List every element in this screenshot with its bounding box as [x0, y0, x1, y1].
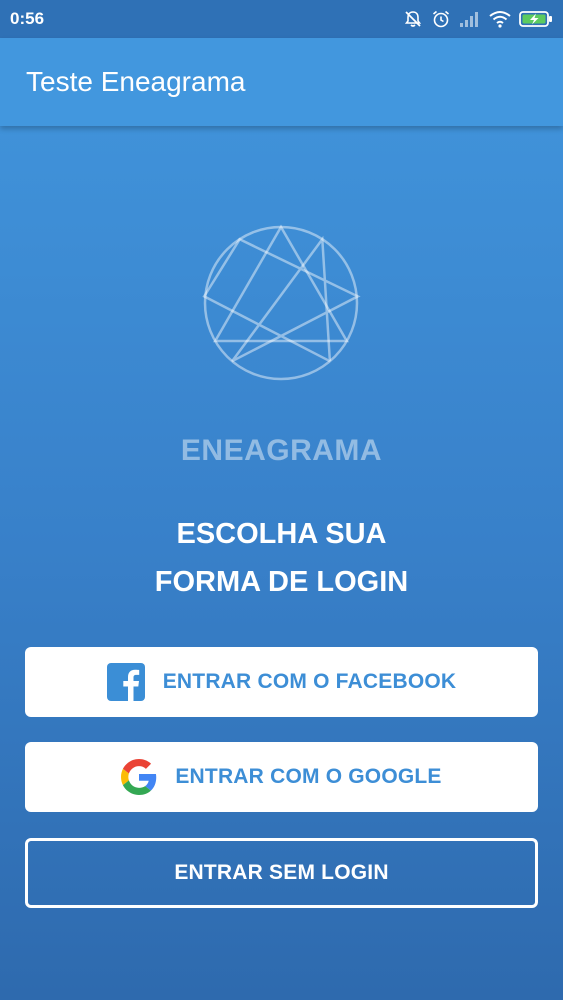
- enneagram-logo-icon: [201, 223, 361, 383]
- wifi-icon: [489, 10, 511, 28]
- no-login-label: ENTRAR SEM LOGIN: [174, 861, 389, 884]
- facebook-login-button[interactable]: ENTRAR COM O FACEBOOK: [25, 647, 538, 717]
- status-bar: 0:56: [0, 0, 563, 38]
- google-login-button[interactable]: ENTRAR COM O GOOGLE: [25, 742, 538, 812]
- brand-title: ENEAGRAMA: [180, 434, 383, 467]
- login-heading: ESCOLHA SUA FORMA DE LOGIN: [0, 510, 563, 606]
- status-time: 0:56: [10, 9, 45, 28]
- no-login-button[interactable]: ENTRAR SEM LOGIN: [25, 838, 538, 908]
- alarm-icon: [431, 9, 451, 29]
- facebook-icon: [106, 663, 145, 701]
- status-icons: [403, 9, 553, 29]
- facebook-login-label: ENTRAR COM O FACEBOOK: [162, 670, 457, 693]
- login-heading-line1: ESCOLHA SUA: [176, 518, 387, 550]
- battery-charging-icon: [519, 10, 553, 28]
- signal-icon: [459, 10, 481, 28]
- login-heading-line2: FORMA DE LOGIN: [154, 566, 409, 598]
- google-icon: [121, 759, 157, 795]
- app-bar: Teste Eneagrama: [0, 38, 563, 126]
- google-login-label: ENTRAR COM O GOOGLE: [175, 765, 442, 788]
- bell-off-icon: [403, 9, 423, 29]
- app-title: Teste Eneagrama: [26, 66, 246, 97]
